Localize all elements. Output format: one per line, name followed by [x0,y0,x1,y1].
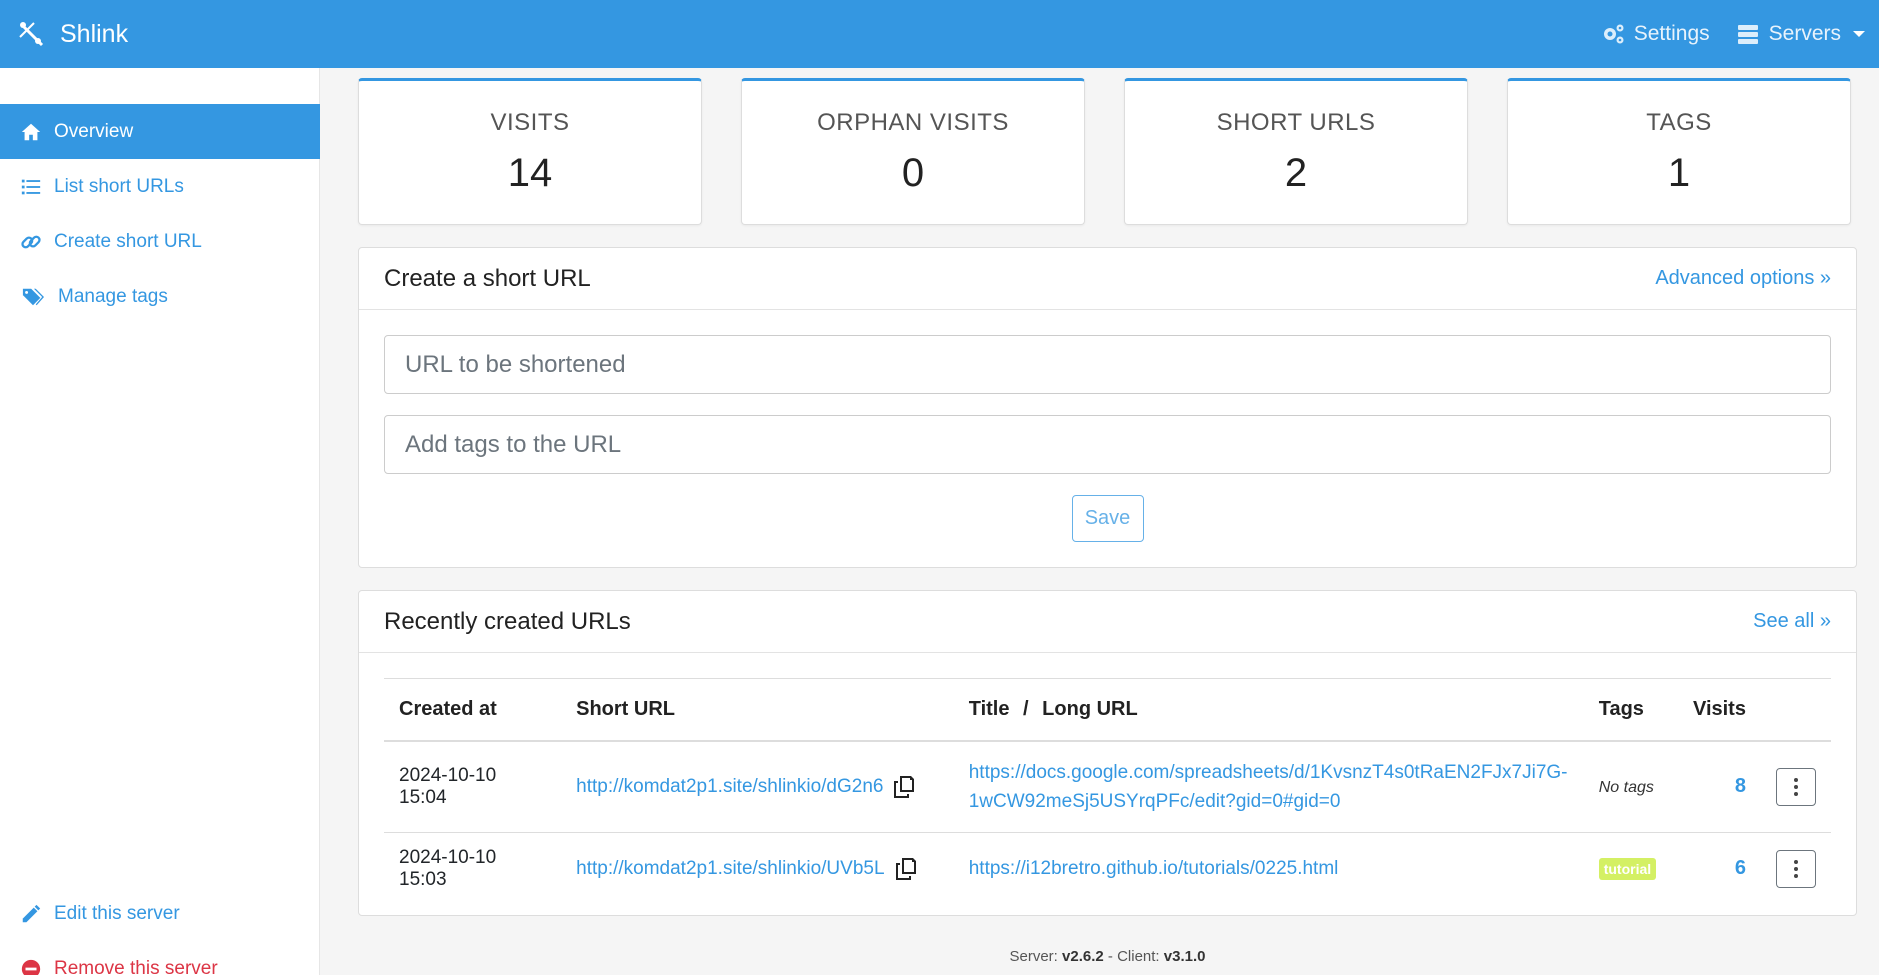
col-title-long-url: Title / Long URL [953,678,1584,742]
visits-count[interactable]: 8 [1677,740,1761,833]
servers-dropdown[interactable]: Servers [1736,22,1865,46]
short-urls-card[interactable]: SHORT URLS 2 [1124,78,1468,225]
col-tags: Tags [1583,678,1678,742]
no-tags-text: No tags [1598,778,1654,796]
main-content: VISITS 14 ORPHAN VISITS 0 SHORT URLS 2 T… [358,78,1857,916]
brand-link[interactable]: Shlink [16,19,128,49]
col-long-url: Long URL [1042,697,1138,720]
col-actions [1760,678,1831,742]
sidebar-item-manage-tags[interactable]: Manage tags [0,269,320,324]
minus-circle-icon [21,959,41,975]
server-version: v2.6.2 [1062,948,1104,965]
advanced-options-link[interactable]: Advanced options » [1655,267,1831,290]
create-card-title: Create a short URL [384,264,591,292]
settings-link[interactable]: Settings [1601,22,1710,46]
edit-server-link[interactable]: Edit this server [0,886,320,941]
col-created: Created at [384,678,562,742]
client-version: v3.1.0 [1163,948,1206,965]
col-visits: Visits [1677,678,1761,742]
sidebar-item-label: Overview [54,120,134,142]
url-input[interactable]: URL to be shortened [384,335,1831,394]
copy-icon[interactable] [893,775,915,799]
orphan-visits-value: 0 [901,151,925,195]
row-menu-button[interactable] [1775,849,1816,888]
long-url-link[interactable]: https://docs.google.com/spreadsheets/d/1… [969,758,1569,816]
tags-card[interactable]: TAGS 1 [1507,78,1851,225]
tag-badge[interactable]: tutorial [1598,857,1657,880]
version-footer: Server: v2.6.2 - Client: v3.1.0 [358,948,1857,965]
row-menu-button[interactable] [1775,767,1816,806]
remove-server-link[interactable]: Remove this server [0,941,320,975]
col-separator: / [1023,697,1029,720]
tags-icon [22,288,44,305]
sidebar: Overview List short URLs Create short UR… [0,68,320,975]
link-icon [21,235,41,248]
created-cell: 2024-10-10 15:04 [384,740,562,833]
tags-value: 1 [1667,151,1691,195]
footer-separator: - [1107,948,1113,965]
long-url-link[interactable]: https://i12bretro.github.io/tutorials/02… [969,854,1569,883]
tags-input[interactable]: Add tags to the URL [384,415,1831,474]
top-navbar: Shlink Settings Servers [0,0,1879,68]
visits-card[interactable]: VISITS 14 [358,78,702,225]
recent-urls-card: Recently created URLs See all » Created … [358,590,1857,916]
recent-card-title: Recently created URLs [384,607,631,635]
orphan-visits-label: ORPHAN VISITS [817,109,1009,136]
short-url-link[interactable]: http://komdat2p1.site/shlinkio/dG2n6 [576,776,883,798]
home-icon [21,123,41,140]
server-label: Server: [1009,948,1058,965]
short-urls-value: 2 [1284,151,1308,195]
short-url-link[interactable]: http://komdat2p1.site/shlinkio/UVb5L [576,858,884,880]
shlink-logo-icon [19,22,44,47]
visits-value: 14 [507,151,553,195]
col-short-url: Short URL [561,678,954,742]
created-cell: 2024-10-10 15:03 [399,846,497,890]
sidebar-item-label: Manage tags [58,285,168,307]
stats-row: VISITS 14 ORPHAN VISITS 0 SHORT URLS 2 T… [358,78,1857,225]
visits-label: VISITS [490,109,570,136]
sidebar-item-create-short-url[interactable]: Create short URL [0,214,320,269]
orphan-visits-card[interactable]: ORPHAN VISITS 0 [741,78,1085,225]
settings-label: Settings [1633,22,1710,45]
list-icon [21,179,41,194]
col-title: Title [968,697,1010,720]
short-urls-label: SHORT URLS [1216,109,1376,136]
create-short-url-card: Create a short URL Advanced options » UR… [358,247,1857,568]
sidebar-item-label: Create short URL [54,230,202,252]
table-row: 2024-10-10 15:04 http://komdat2p1.site/s… [384,740,1831,833]
edit-server-label: Edit this server [54,902,180,924]
see-all-link[interactable]: See all » [1753,610,1831,633]
visits-count[interactable]: 6 [1678,833,1761,905]
sidebar-item-overview[interactable]: Overview [0,104,320,159]
table-row: 2024-10-10 15:03 http://komdat2p1.site/s… [384,833,1831,905]
sidebar-item-label: List short URLs [54,175,184,197]
server-icon [1737,25,1758,44]
servers-label: Servers [1768,22,1841,45]
copy-icon[interactable] [895,857,917,881]
remove-server-label: Remove this server [54,957,218,975]
cogs-icon [1603,24,1624,44]
save-button[interactable]: Save [1071,495,1144,542]
sidebar-item-list-short-urls[interactable]: List short URLs [0,159,320,214]
chevron-down-icon [1853,31,1865,37]
tags-label: TAGS [1646,109,1712,136]
pencil-icon [22,904,41,922]
recent-urls-table: Created at Short URL Title / Long URL Ta… [384,678,1831,905]
brand-name: Shlink [60,19,129,48]
client-label: Client: [1117,948,1160,965]
